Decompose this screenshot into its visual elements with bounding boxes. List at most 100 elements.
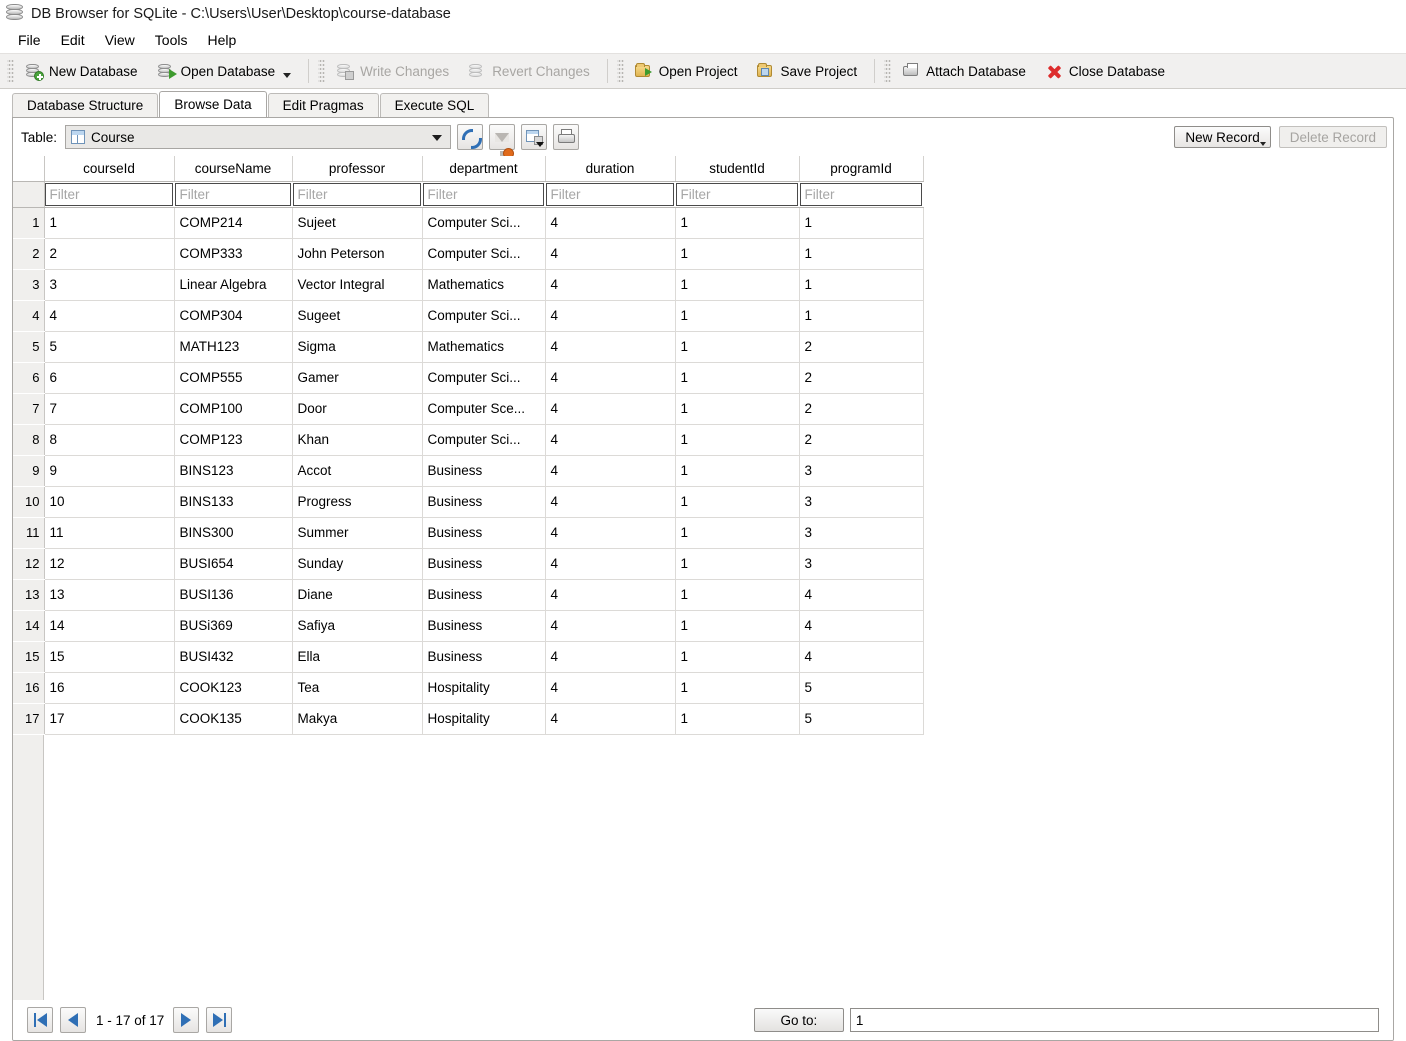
select-all-corner[interactable] [13,156,45,182]
cell-duration[interactable]: 4 [545,300,676,332]
filter-cell-professor[interactable]: Filter [292,181,423,208]
row-number[interactable]: 15 [13,641,45,673]
goto-input[interactable]: 1 [849,1008,1380,1032]
cell-programid[interactable]: 3 [799,455,924,487]
cell-duration[interactable]: 4 [545,331,676,363]
cell-courseid[interactable]: 3 [44,269,175,301]
table-row[interactable]: 3 3 Linear Algebra Vector Integral Mathemati… [13,269,924,301]
cell-coursename[interactable]: COOK135 [174,703,293,735]
menu-view[interactable]: View [95,29,145,51]
cell-coursename[interactable]: BINS123 [174,455,293,487]
cell-duration[interactable]: 4 [545,703,676,735]
cell-professor[interactable]: Ella [292,641,423,673]
cell-department[interactable]: Mathematics [422,331,546,363]
cell-programid[interactable]: 4 [799,641,924,673]
row-number[interactable]: 12 [13,548,45,580]
filter-cell-coursename[interactable]: Filter [174,181,293,208]
column-header-programid[interactable]: programId [799,156,924,182]
chevron-down-icon[interactable] [283,73,292,78]
row-number[interactable]: 11 [13,517,45,549]
cell-coursename[interactable]: COMP214 [174,207,293,239]
cell-professor[interactable]: Sujeet [292,207,423,239]
cell-coursename[interactable]: COMP304 [174,300,293,332]
row-number[interactable]: 9 [13,455,45,487]
filter-cell-programid[interactable]: Filter [799,181,924,208]
cell-duration[interactable]: 4 [545,579,676,611]
cell-professor[interactable]: Sigma [292,331,423,363]
cell-programid[interactable]: 5 [799,672,924,704]
cell-coursename[interactable]: COMP100 [174,393,293,425]
menu-help[interactable]: Help [197,29,246,51]
close-database-button[interactable]: Close Database [1037,57,1176,85]
cell-professor[interactable]: Makya [292,703,423,735]
cell-department[interactable]: Mathematics [422,269,546,301]
cell-coursename[interactable]: BUSI432 [174,641,293,673]
row-number[interactable]: 13 [13,579,45,611]
cell-coursename[interactable]: COOK123 [174,672,293,704]
new-database-button[interactable]: New Database [17,57,149,85]
cell-courseid[interactable]: 7 [44,393,175,425]
cell-duration[interactable]: 4 [545,207,676,239]
cell-studentid[interactable]: 1 [675,486,800,518]
row-number[interactable]: 17 [13,703,45,735]
cell-department[interactable]: Computer Sci... [422,238,546,270]
cell-courseid[interactable]: 2 [44,238,175,270]
table-row[interactable]: 10 10 BINS133 Progress Business 4 1 3 [13,486,924,518]
save-results-button[interactable] [521,124,548,150]
cell-duration[interactable]: 4 [545,548,676,580]
cell-courseid[interactable]: 10 [44,486,175,518]
menu-tools[interactable]: Tools [145,29,198,51]
cell-courseid[interactable]: 5 [44,331,175,363]
cell-courseid[interactable]: 4 [44,300,175,332]
cell-programid[interactable]: 4 [799,610,924,642]
cell-professor[interactable]: Accot [292,455,423,487]
cell-professor[interactable]: Summer [292,517,423,549]
table-row[interactable]: 11 11 BINS300 Summer Business 4 1 3 [13,517,924,549]
filter-cell-duration[interactable]: Filter [545,181,676,208]
cell-courseid[interactable]: 15 [44,641,175,673]
cell-studentid[interactable]: 1 [675,238,800,270]
column-header-duration[interactable]: duration [545,156,676,182]
cell-studentid[interactable]: 1 [675,548,800,580]
table-row[interactable]: 2 2 COMP333 John Peterson Computer Sci... 4 1 1 [13,238,924,270]
cell-department[interactable]: Computer Sci... [422,424,546,456]
table-row[interactable]: 5 5 MATH123 Sigma Mathematics 4 1 2 [13,331,924,363]
cell-professor[interactable]: Diane [292,579,423,611]
row-number[interactable]: 3 [13,269,45,301]
cell-courseid[interactable]: 12 [44,548,175,580]
table-row[interactable]: 9 9 BINS123 Accot Business 4 1 3 [13,455,924,487]
cell-coursename[interactable]: COMP333 [174,238,293,270]
row-number[interactable]: 1 [13,207,45,239]
table-row[interactable]: 16 16 COOK123 Tea Hospitality 4 1 5 [13,672,924,704]
cell-department[interactable]: Business [422,455,546,487]
cell-department[interactable]: Hospitality [422,672,546,704]
save-project-button[interactable]: Save Project [749,57,869,85]
cell-coursename[interactable]: Linear Algebra [174,269,293,301]
cell-coursename[interactable]: COMP123 [174,424,293,456]
cell-programid[interactable]: 3 [799,548,924,580]
cell-studentid[interactable]: 1 [675,269,800,301]
cell-programid[interactable]: 2 [799,362,924,394]
cell-professor[interactable]: Khan [292,424,423,456]
filter-cell-studentid[interactable]: Filter [675,181,800,208]
cell-courseid[interactable]: 14 [44,610,175,642]
cell-duration[interactable]: 4 [545,393,676,425]
cell-professor[interactable]: Sunday [292,548,423,580]
cell-studentid[interactable]: 1 [675,362,800,394]
cell-department[interactable]: Computer Sci... [422,207,546,239]
cell-duration[interactable]: 4 [545,455,676,487]
clear-filters-button[interactable] [489,124,516,159]
cell-department[interactable]: Business [422,517,546,549]
cell-studentid[interactable]: 1 [675,517,800,549]
table-row[interactable]: 17 17 COOK135 Makya Hospitality 4 1 5 [13,703,924,735]
cell-department[interactable]: Business [422,486,546,518]
cell-duration[interactable]: 4 [545,641,676,673]
cell-department[interactable]: Business [422,641,546,673]
cell-programid[interactable]: 1 [799,238,924,270]
toolbar-grip[interactable] [7,58,14,84]
cell-studentid[interactable]: 1 [675,455,800,487]
row-number[interactable]: 5 [13,331,45,363]
data-grid[interactable]: courseId courseName professor department… [13,156,1393,1000]
cell-studentid[interactable]: 1 [675,610,800,642]
cell-studentid[interactable]: 1 [675,393,800,425]
